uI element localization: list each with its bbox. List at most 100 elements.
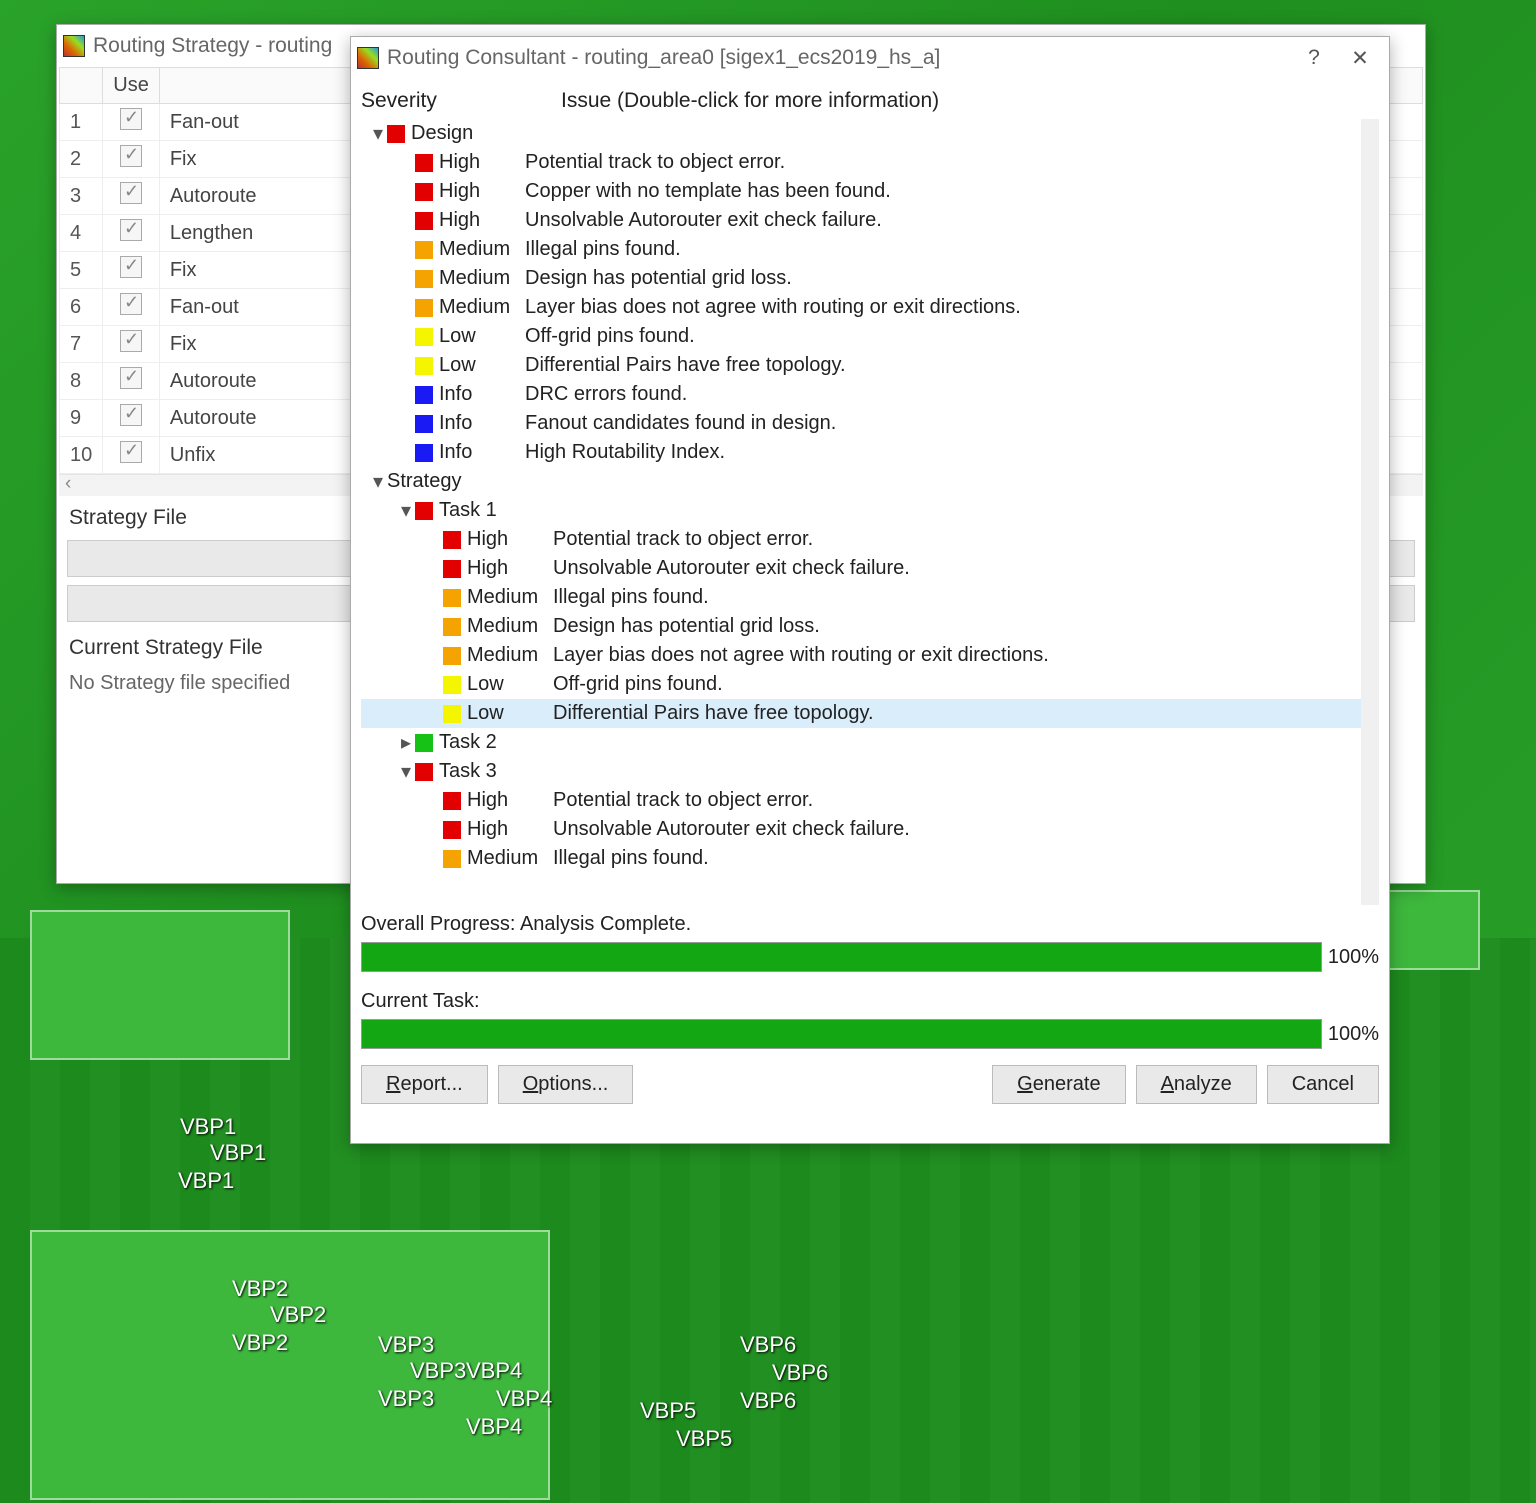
tree-item[interactable]: LowOff-grid pins found. — [361, 670, 1361, 699]
close-button[interactable]: ✕ — [1337, 37, 1383, 79]
chevron-down-icon[interactable] — [397, 498, 415, 523]
severity-icon — [415, 299, 433, 317]
checkbox-icon[interactable] — [120, 145, 142, 167]
net-label: VBP5 — [676, 1426, 732, 1452]
checkbox-icon[interactable] — [120, 219, 142, 241]
use-checkbox-cell[interactable] — [103, 400, 160, 437]
severity-icon — [415, 734, 433, 752]
tree-group[interactable]: Task 3 — [361, 757, 1361, 786]
tree-item[interactable]: MediumDesign has potential grid loss. — [361, 264, 1361, 293]
col-use[interactable]: Use — [103, 68, 160, 104]
issue-text: Differential Pairs have free topology. — [525, 354, 1361, 377]
net-label: VBP2 — [270, 1302, 326, 1328]
checkbox-icon[interactable] — [120, 108, 142, 130]
report-button[interactable]: Report... — [361, 1065, 488, 1104]
severity-icon — [415, 241, 433, 259]
tree-item[interactable]: MediumLayer bias does not agree with rou… — [361, 293, 1361, 322]
severity-icon — [415, 444, 433, 462]
app-icon — [357, 47, 379, 69]
use-checkbox-cell[interactable] — [103, 215, 160, 252]
severity-label: Medium — [439, 267, 525, 290]
severity-label: Medium — [439, 296, 525, 319]
checkbox-icon[interactable] — [120, 330, 142, 352]
net-label: VBP5 — [640, 1398, 696, 1424]
severity-icon — [443, 531, 461, 549]
window-title: Routing Consultant - routing_area0 [sige… — [387, 46, 940, 70]
net-label: VBP2 — [232, 1330, 288, 1356]
scroll-down-icon[interactable]: ▾ — [1361, 887, 1379, 905]
tree-item[interactable]: MediumIllegal pins found. — [361, 583, 1361, 612]
tree-group[interactable]: Design — [361, 119, 1361, 148]
tree-group[interactable]: Task 1 — [361, 496, 1361, 525]
row-index: 6 — [60, 289, 103, 326]
tree-item[interactable]: MediumDesign has potential grid loss. — [361, 612, 1361, 641]
issue-tree[interactable]: ▴ ▾ DesignHighPotential track to object … — [361, 119, 1379, 905]
checkbox-icon[interactable] — [120, 256, 142, 278]
severity-label: Medium — [467, 644, 553, 667]
use-checkbox-cell[interactable] — [103, 326, 160, 363]
scrollbar-thumb[interactable] — [1361, 129, 1379, 519]
chevron-down-icon[interactable] — [397, 759, 415, 784]
checkbox-icon[interactable] — [120, 293, 142, 315]
current-task-bar — [361, 1019, 1322, 1049]
tree-item[interactable]: InfoDRC errors found. — [361, 380, 1361, 409]
row-index: 10 — [60, 437, 103, 474]
severity-icon — [387, 125, 405, 143]
use-checkbox-cell[interactable] — [103, 141, 160, 178]
tree-group[interactable]: Strategy — [361, 467, 1361, 496]
use-checkbox-cell[interactable] — [103, 437, 160, 474]
net-label: VBP4 — [466, 1358, 522, 1384]
tree-item[interactable]: LowOff-grid pins found. — [361, 322, 1361, 351]
use-checkbox-cell[interactable] — [103, 363, 160, 400]
tree-item[interactable]: InfoHigh Routability Index. — [361, 438, 1361, 467]
tree-item[interactable]: HighPotential track to object error. — [361, 525, 1361, 554]
chevron-right-icon[interactable] — [397, 730, 415, 755]
row-index: 1 — [60, 104, 103, 141]
cancel-button[interactable]: Cancel — [1267, 1065, 1379, 1104]
scroll-up-icon[interactable]: ▴ — [1361, 119, 1379, 137]
titlebar[interactable]: Routing Consultant - routing_area0 [sige… — [351, 37, 1389, 79]
checkbox-icon[interactable] — [120, 441, 142, 463]
tree-item[interactable]: HighPotential track to object error. — [361, 148, 1361, 177]
group-label: Task 2 — [439, 731, 497, 754]
options-button[interactable]: Options... — [498, 1065, 634, 1104]
tree-item[interactable]: MediumIllegal pins found. — [361, 235, 1361, 264]
issue-text: Layer bias does not agree with routing o… — [525, 296, 1361, 319]
checkbox-icon[interactable] — [120, 367, 142, 389]
severity-label: High — [439, 151, 525, 174]
issue-text: Potential track to object error. — [525, 151, 1361, 174]
tree-group[interactable]: Task 2 — [361, 728, 1361, 757]
tree-item[interactable]: InfoFanout candidates found in design. — [361, 409, 1361, 438]
generate-button[interactable]: Generate — [992, 1065, 1125, 1104]
severity-icon — [415, 270, 433, 288]
tree-item[interactable]: HighPotential track to object error. — [361, 786, 1361, 815]
tree-item[interactable]: HighUnsolvable Autorouter exit check fai… — [361, 206, 1361, 235]
issue-text: Unsolvable Autorouter exit check failure… — [553, 557, 1361, 580]
net-label: VBP1 — [180, 1114, 236, 1140]
checkbox-icon[interactable] — [120, 404, 142, 426]
severity-icon — [443, 676, 461, 694]
help-button[interactable]: ? — [1291, 37, 1337, 79]
severity-label: High — [467, 528, 553, 551]
use-checkbox-cell[interactable] — [103, 104, 160, 141]
use-checkbox-cell[interactable] — [103, 289, 160, 326]
checkbox-icon[interactable] — [120, 182, 142, 204]
severity-label: High — [439, 180, 525, 203]
use-checkbox-cell[interactable] — [103, 178, 160, 215]
tree-item[interactable]: HighUnsolvable Autorouter exit check fai… — [361, 554, 1361, 583]
tree-item[interactable]: LowDifferential Pairs have free topology… — [361, 699, 1361, 728]
tree-item[interactable]: MediumIllegal pins found. — [361, 844, 1361, 873]
tree-item[interactable]: HighUnsolvable Autorouter exit check fai… — [361, 815, 1361, 844]
chevron-down-icon[interactable] — [369, 469, 387, 494]
tree-item[interactable]: HighCopper with no template has been fou… — [361, 177, 1361, 206]
net-label: VBP6 — [772, 1360, 828, 1386]
issue-text: Fanout candidates found in design. — [525, 412, 1361, 435]
analyze-button[interactable]: Analyze — [1136, 1065, 1257, 1104]
tree-item[interactable]: LowDifferential Pairs have free topology… — [361, 351, 1361, 380]
tree-item[interactable]: MediumLayer bias does not agree with rou… — [361, 641, 1361, 670]
severity-label: Low — [439, 354, 525, 377]
chevron-down-icon[interactable] — [369, 121, 387, 146]
use-checkbox-cell[interactable] — [103, 252, 160, 289]
issue-text: Potential track to object error. — [553, 789, 1361, 812]
severity-icon — [443, 647, 461, 665]
